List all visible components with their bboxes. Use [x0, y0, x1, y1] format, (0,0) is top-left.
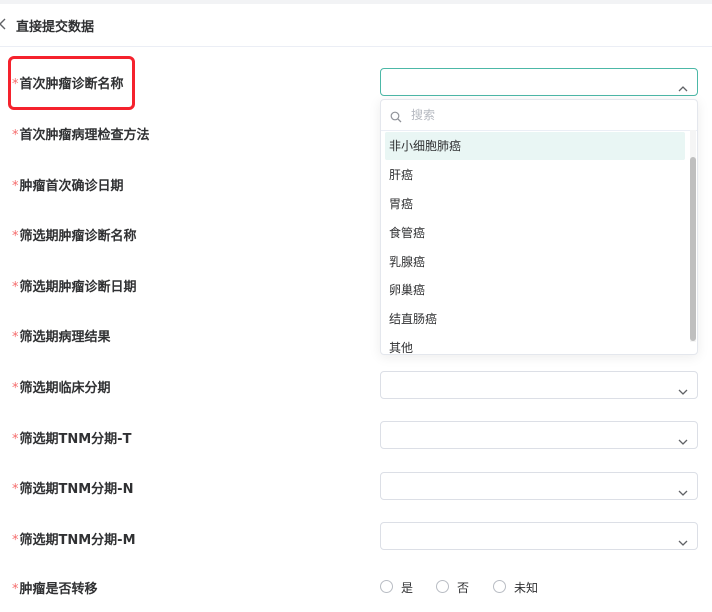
label-first-pathology-method: *首次肿瘤病理检查方法 [12, 128, 150, 143]
dropdown-search-row [381, 100, 697, 131]
chevron-down-icon [678, 431, 688, 445]
dropdown-option[interactable]: 肝癌 [385, 161, 685, 189]
first-tumor-diagnosis-select[interactable] [380, 68, 698, 96]
screening-tnm-t-select[interactable] [380, 421, 698, 449]
label-screening-tnm-m: *筛选期TNM分期-M [12, 533, 136, 548]
page-header: 直接提交数据 [0, 4, 712, 47]
dropdown-option[interactable]: 结直肠癌 [385, 305, 685, 333]
label-screening-clinical-stage: *筛选期临床分期 [12, 381, 111, 396]
chevron-down-icon [678, 381, 688, 395]
label-screening-tnm-t: *筛选期TNM分期-T [12, 432, 132, 447]
dropdown-search-input[interactable] [411, 104, 681, 126]
dropdown-option[interactable]: 卵巢癌 [385, 276, 685, 304]
label-screening-diagnosis-name: *筛选期肿瘤诊断名称 [12, 229, 137, 244]
dropdown-option[interactable]: 食管癌 [385, 219, 685, 247]
chevron-down-icon [678, 482, 688, 496]
dropdown-option[interactable]: 胃癌 [385, 190, 685, 218]
search-icon [390, 108, 402, 123]
annotation-highlight-box [8, 56, 135, 110]
chevron-down-icon [678, 532, 688, 546]
screening-tnm-m-select[interactable] [380, 522, 698, 550]
screening-tnm-n-select[interactable] [380, 472, 698, 500]
back-chevron-icon[interactable] [0, 16, 8, 32]
radio-circle[interactable] [493, 580, 506, 593]
dropdown-option[interactable]: 其他 [385, 334, 685, 354]
label-screening-tnm-n: *筛选期TNM分期-N [12, 482, 134, 497]
radio-circle[interactable] [380, 580, 393, 593]
label-first-diagnosis-date: *肿瘤首次确诊日期 [12, 179, 124, 194]
diagnosis-dropdown-panel: 非小细胞肺癌 肝癌 胃癌 食管癌 乳腺癌 卵巢癌 结直肠癌 其他 [380, 99, 698, 355]
chevron-up-icon [678, 78, 688, 92]
dropdown-option[interactable]: 非小细胞肺癌 [385, 132, 685, 160]
screening-clinical-stage-select[interactable] [380, 371, 698, 399]
dropdown-option[interactable]: 乳腺癌 [385, 248, 685, 276]
dropdown-scrollbar[interactable] [690, 130, 696, 342]
label-screening-pathology-result: *筛选期病理结果 [12, 330, 111, 345]
radio-circle[interactable] [436, 580, 449, 593]
label-screening-diagnosis-date: *筛选期肿瘤诊断日期 [12, 280, 137, 295]
label-tumor-metastasis: *肿瘤是否转移 [12, 582, 98, 597]
page-title: 直接提交数据 [16, 20, 95, 35]
dropdown-option-list: 非小细胞肺癌 肝癌 胃癌 食管癌 乳腺癌 卵巢癌 结直肠癌 其他 [381, 131, 697, 354]
scrollbar-thumb[interactable] [690, 157, 696, 341]
